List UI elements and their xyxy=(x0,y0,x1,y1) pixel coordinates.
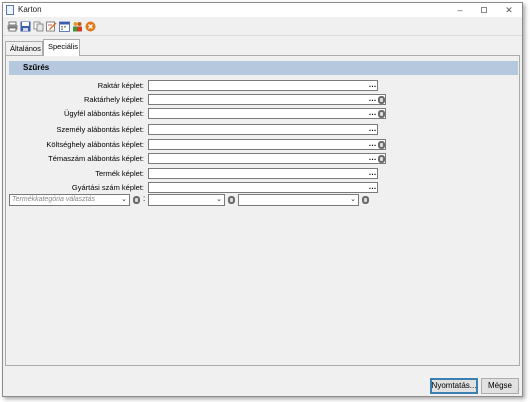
printer-icon[interactable] xyxy=(7,21,18,32)
toolbar xyxy=(3,18,522,36)
combo-placeholder: Termékkategória választás xyxy=(12,196,96,203)
close-button[interactable]: ✕ xyxy=(498,4,520,16)
ellipsis-button[interactable]: … xyxy=(369,153,377,162)
minimize-button[interactable]: – xyxy=(449,4,471,16)
database-icon[interactable] xyxy=(378,110,385,118)
database-icon[interactable] xyxy=(378,96,385,104)
title-bar: Karton – ✕ xyxy=(3,3,522,17)
raktar-kepler-field[interactable]: … xyxy=(148,80,378,91)
ellipsis-button[interactable]: … xyxy=(369,139,377,148)
database-icon[interactable] xyxy=(378,155,385,163)
people-icon[interactable] xyxy=(72,21,83,32)
save-icon[interactable] xyxy=(20,21,31,32)
document-icon xyxy=(6,5,14,15)
ellipsis-button[interactable]: … xyxy=(369,108,377,117)
close-circle-icon[interactable] xyxy=(85,21,96,32)
temaszam-alabontas-field[interactable]: … xyxy=(148,153,386,164)
raktarhely-kepler-field[interactable]: … xyxy=(148,94,386,105)
chevron-down-icon[interactable]: ⌄ xyxy=(121,195,127,203)
ellipsis-button[interactable]: … xyxy=(369,80,377,89)
print-button[interactable]: Nyomtatás... xyxy=(430,378,478,394)
category-combo-2[interactable]: ⌄ xyxy=(148,194,225,206)
gyartasi-szam-field[interactable]: … xyxy=(148,182,378,193)
tab-specialis[interactable]: Speciális xyxy=(43,39,80,56)
ellipsis-button[interactable]: … xyxy=(369,124,377,133)
database-icon[interactable] xyxy=(228,196,235,204)
field-label: Ügyfél alábontás képlet: xyxy=(63,109,144,118)
maximize-button[interactable] xyxy=(473,4,495,16)
calendar-icon[interactable] xyxy=(59,21,70,32)
szemely-alabontas-field[interactable]: … xyxy=(148,124,378,135)
karton-window: Karton – ✕ Általános Speciális Szűrés Ra… xyxy=(2,2,523,397)
field-label: Témaszám alábontás képlet: xyxy=(48,154,144,163)
resize-grip-icon[interactable]: ⋰ xyxy=(514,388,520,395)
tab-altalanos[interactable]: Általános xyxy=(5,41,43,55)
edit-icon[interactable] xyxy=(46,21,57,32)
field-label: Gyártási szám képlet: xyxy=(71,183,144,192)
ugyfel-alabontas-field[interactable]: … xyxy=(148,108,386,119)
section-title: Szűrés xyxy=(23,63,50,72)
tab-content-panel: Szűrés Raktár képlet: … Raktárhely képle… xyxy=(5,55,520,366)
koltseghely-alabontas-field[interactable]: … xyxy=(148,139,386,150)
field-label: Raktár képlet: xyxy=(97,81,144,90)
ellipsis-button[interactable]: … xyxy=(369,168,377,177)
ellipsis-button[interactable]: … xyxy=(369,182,377,191)
section-header: Szűrés xyxy=(9,61,518,75)
termek-kepler-field[interactable]: … xyxy=(148,168,378,179)
field-label: Személy alábontás képlet: xyxy=(56,125,144,134)
database-icon[interactable] xyxy=(362,196,369,204)
field-label: Termék képlet: xyxy=(95,169,144,178)
copy-icon[interactable] xyxy=(33,21,44,32)
field-label: Költséghely alábontás képlet: xyxy=(46,140,144,149)
database-icon[interactable] xyxy=(133,196,140,204)
chevron-down-icon[interactable]: ⌄ xyxy=(350,195,356,203)
database-icon[interactable] xyxy=(378,141,385,149)
ellipsis-button[interactable]: … xyxy=(369,94,377,103)
field-label: Raktárhely képlet: xyxy=(83,95,144,104)
termekkategoria-combo[interactable]: Termékkategória választás ⌄ xyxy=(9,194,130,206)
window-title: Karton xyxy=(18,5,42,14)
category-combo-3[interactable]: ⌄ xyxy=(238,194,359,206)
separator: : xyxy=(143,194,146,203)
chevron-down-icon[interactable]: ⌄ xyxy=(216,195,222,203)
